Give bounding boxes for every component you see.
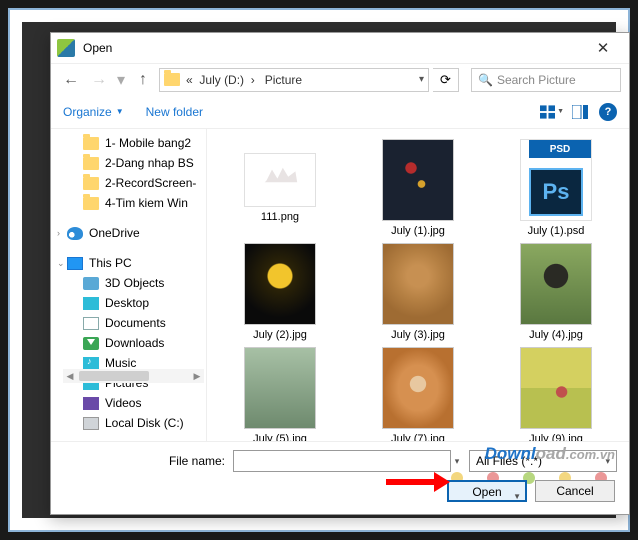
file-name: July (2).jpg	[253, 329, 307, 341]
titlebar: Open ✕	[51, 33, 629, 63]
toolbar: Organize▼ New folder ▼ ?	[51, 95, 629, 129]
folder-icon	[164, 73, 180, 86]
thumbnail	[244, 243, 316, 325]
sidebar-onedrive[interactable]: ›OneDrive	[51, 223, 204, 243]
psd-badge: PSD	[529, 140, 591, 158]
up-button[interactable]: ↑	[131, 68, 155, 92]
filename-input[interactable]	[233, 450, 451, 472]
open-button[interactable]: Open▼	[447, 480, 527, 502]
file-item[interactable]: July (9).jpg	[489, 347, 623, 441]
window-title: Open	[83, 41, 583, 55]
file-item[interactable]: July (3).jpg	[351, 243, 485, 341]
sidebar: 1- Mobile bang2 2-Dang nhap BS 2-RecordS…	[51, 129, 207, 441]
view-mode-button[interactable]: ▼	[539, 101, 565, 123]
file-name: 111.png	[261, 211, 299, 223]
help-button[interactable]: ?	[599, 103, 617, 121]
thumbnail	[382, 243, 454, 325]
close-button[interactable]: ✕	[583, 39, 623, 57]
thumbnail	[520, 243, 592, 325]
file-item[interactable]: 111.png	[213, 139, 347, 237]
address-bar[interactable]: « July (D:) › Picture ▾	[159, 68, 429, 92]
nav-bar: ← → ▾ ↑ « July (D:) › Picture ▾ ⟳ 🔍 Sear…	[51, 63, 629, 95]
callout-arrow	[386, 472, 450, 492]
sidebar-folder[interactable]: 1- Mobile bang2	[51, 133, 204, 153]
sidebar-3dobjects[interactable]: 3D Objects	[51, 273, 204, 293]
file-name: July (7).jpg	[391, 433, 445, 441]
thumbnail	[382, 139, 454, 221]
file-name: July (3).jpg	[391, 329, 445, 341]
breadcrumb[interactable]: « July (D:) › Picture	[186, 73, 415, 87]
file-name: July (1).psd	[528, 225, 585, 237]
sidebar-documents[interactable]: Documents	[51, 313, 204, 333]
open-file-dialog: Open ✕ ← → ▾ ↑ « July (D:) › Picture ▾ ⟳…	[50, 32, 630, 515]
chevron-down-icon: ▼	[513, 487, 521, 507]
sidebar-folder[interactable]: 2-RecordScreen-	[51, 173, 204, 193]
sidebar-downloads[interactable]: Downloads	[51, 333, 204, 353]
file-type-filter[interactable]: All Files (*.*)▾	[469, 450, 617, 472]
dialog-footer: File name: ▾ All Files (*.*)▾ Open▼	[51, 441, 629, 514]
chevron-down-icon[interactable]: ▾	[451, 456, 463, 467]
sidebar-folder[interactable]: 2-Dang nhap BS	[51, 153, 204, 173]
forward-button[interactable]: →	[87, 68, 111, 92]
sidebar-desktop[interactable]: Desktop	[51, 293, 204, 313]
thumbnail	[382, 347, 454, 429]
file-item[interactable]: July (7).jpg	[351, 347, 485, 441]
back-button[interactable]: ←	[59, 68, 83, 92]
thumbnail	[520, 347, 592, 429]
file-item[interactable]: July (1).jpg	[351, 139, 485, 237]
file-item[interactable]: July (2).jpg	[213, 243, 347, 341]
sidebar-thispc[interactable]: ⌄This PC	[51, 253, 204, 273]
sidebar-folder[interactable]: 4-Tim kiem Win	[51, 193, 204, 213]
sidebar-localdisk-c[interactable]: Local Disk (C:)	[51, 413, 204, 433]
file-item[interactable]: July (5).jpg	[213, 347, 347, 441]
file-item[interactable]: July (4).jpg	[489, 243, 623, 341]
preview-pane-button[interactable]	[567, 101, 593, 123]
chevron-down-icon[interactable]: ▾	[419, 74, 424, 85]
search-placeholder: Search Picture	[497, 73, 576, 87]
thumbnail	[244, 153, 316, 207]
file-grid: 111.png July (1).jpg PSD Ps July (1).psd	[207, 129, 629, 441]
file-name: July (4).jpg	[529, 329, 583, 341]
search-input[interactable]: 🔍 Search Picture	[471, 68, 621, 92]
file-item[interactable]: PSD Ps July (1).psd	[489, 139, 623, 237]
organize-button[interactable]: Organize▼	[63, 105, 124, 119]
app-icon	[57, 39, 75, 57]
file-name: July (9).jpg	[529, 433, 583, 441]
nav-separator: ▾	[117, 70, 125, 90]
thumbnail: PSD Ps	[520, 139, 592, 221]
new-folder-button[interactable]: New folder	[146, 105, 203, 119]
cancel-button[interactable]: Cancel	[535, 480, 615, 502]
sidebar-videos[interactable]: Videos	[51, 393, 204, 413]
thumbnail	[244, 347, 316, 429]
photoshop-icon: Ps	[529, 168, 583, 216]
file-name: July (1).jpg	[391, 225, 445, 237]
sidebar-scrollbar[interactable]: ◀▶	[63, 369, 204, 383]
refresh-button[interactable]: ⟳	[433, 68, 459, 92]
search-icon: 🔍	[478, 73, 493, 87]
file-name: July (5).jpg	[253, 433, 307, 441]
filename-label: File name:	[63, 454, 233, 468]
